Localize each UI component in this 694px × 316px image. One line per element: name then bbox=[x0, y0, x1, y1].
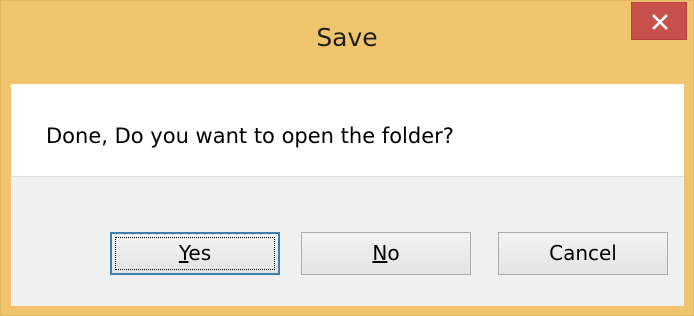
button-bar: Yes No Cancel bbox=[11, 176, 684, 306]
yes-mnemonic: Y bbox=[178, 241, 189, 265]
dialog-content: Done, Do you want to open the folder? bbox=[11, 84, 684, 176]
close-button[interactable] bbox=[631, 2, 687, 40]
no-mnemonic: N bbox=[372, 241, 388, 265]
dialog-message: Done, Do you want to open the folder? bbox=[46, 124, 454, 148]
no-button[interactable]: No bbox=[301, 232, 471, 275]
save-dialog: Save Done, Do you want to open the folde… bbox=[0, 0, 694, 316]
yes-button[interactable]: Yes bbox=[110, 232, 280, 275]
title-bar[interactable]: Save bbox=[1, 1, 693, 84]
dialog-title: Save bbox=[316, 23, 378, 52]
cancel-label: Cancel bbox=[549, 241, 617, 265]
no-label-rest: o bbox=[387, 241, 400, 265]
close-icon bbox=[652, 14, 668, 30]
cancel-button[interactable]: Cancel bbox=[498, 232, 668, 275]
yes-label-rest: es bbox=[188, 241, 212, 265]
